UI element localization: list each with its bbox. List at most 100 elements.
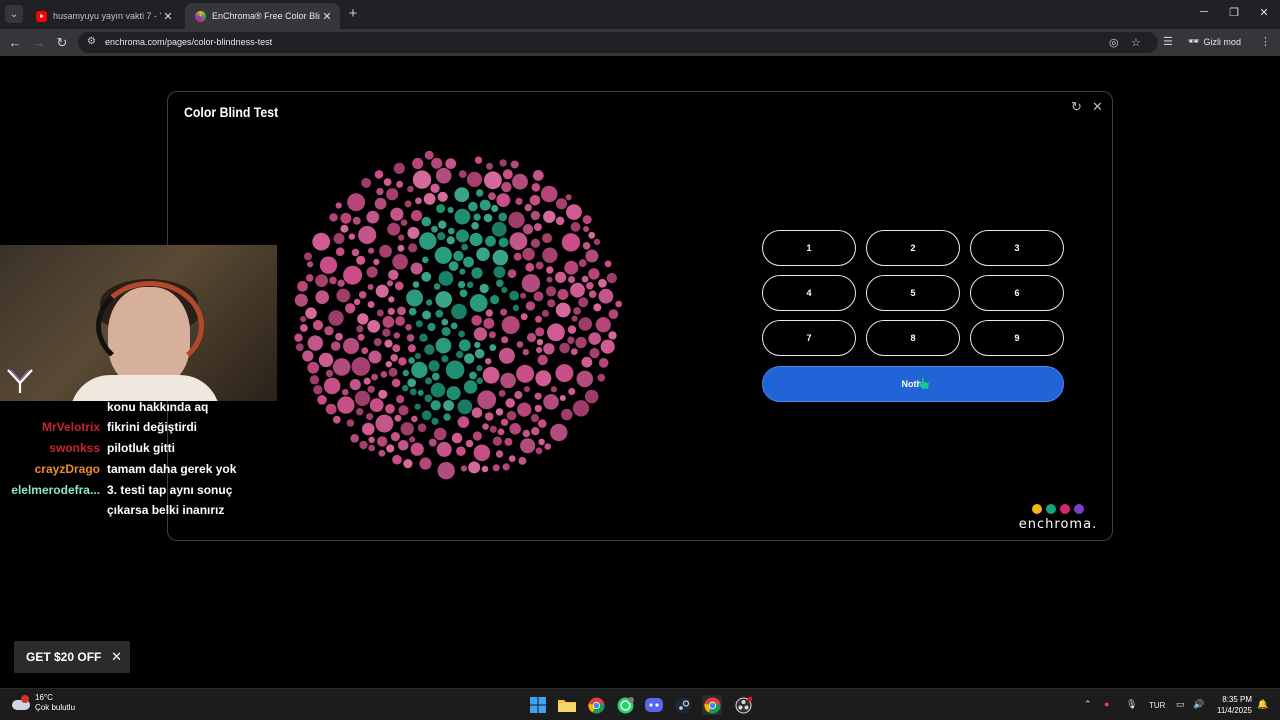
- plate-dot: [337, 279, 345, 287]
- answer-button-1[interactable]: 1: [762, 230, 856, 266]
- plate-dot: [508, 211, 525, 229]
- new-tab-button[interactable]: +: [346, 6, 360, 21]
- plate-dot: [345, 303, 356, 314]
- plate-dot: [507, 269, 517, 279]
- close-promo-icon[interactable]: ✕: [111, 649, 122, 665]
- restore-icon[interactable]: ❐: [1224, 6, 1244, 19]
- answer-button-7[interactable]: 7: [762, 320, 856, 356]
- plate-dot: [582, 242, 591, 250]
- volume-icon[interactable]: 🔊: [1193, 699, 1204, 710]
- plate-dot: [535, 261, 544, 270]
- minimize-icon[interactable]: ─: [1194, 6, 1214, 18]
- plate-dot: [294, 333, 303, 342]
- close-icon[interactable]: ✕: [1092, 99, 1103, 115]
- plate-dot: [600, 339, 615, 354]
- plate-dot: [302, 350, 314, 362]
- network-icon[interactable]: ▭: [1176, 699, 1185, 710]
- plate-dot: [488, 331, 496, 339]
- forward-icon[interactable]: →: [30, 34, 48, 52]
- plate-dot: [512, 304, 520, 312]
- answer-button-5[interactable]: 5: [866, 275, 960, 311]
- answer-button-3[interactable]: 3: [970, 230, 1064, 266]
- nothing-button[interactable]: Nothi: [762, 366, 1064, 402]
- site-info-icon[interactable]: ⚙: [87, 36, 96, 47]
- plate-dot: [567, 336, 575, 344]
- plate-dot: [408, 307, 417, 316]
- plate-dot: [357, 333, 365, 341]
- plate-dot: [555, 198, 568, 210]
- chat-username: swonkss: [49, 441, 100, 455]
- plate-dot: [517, 402, 532, 417]
- file-explorer-icon[interactable]: [557, 695, 577, 715]
- plate-dot: [336, 288, 351, 303]
- plate-dot: [484, 171, 502, 190]
- plate-dot: [430, 183, 440, 193]
- answer-button-4[interactable]: 4: [762, 275, 856, 311]
- plate-dot: [479, 283, 489, 294]
- answer-button-6[interactable]: 6: [970, 275, 1064, 311]
- plate-dot: [559, 395, 566, 401]
- whatsapp-icon[interactable]: [615, 695, 635, 715]
- plate-dot: [337, 396, 355, 414]
- plate-dot: [454, 187, 470, 203]
- close-tab-icon[interactable]: ✕: [320, 10, 334, 23]
- eye-off-icon[interactable]: ◎: [1109, 36, 1119, 49]
- plate-dot: [340, 212, 352, 224]
- plate-dot: [350, 434, 359, 443]
- close-window-icon[interactable]: ✕: [1254, 6, 1274, 19]
- plate-dot: [520, 292, 527, 299]
- chrome-icon[interactable]: [586, 695, 606, 715]
- plate-dot: [430, 400, 441, 411]
- plate-dot: [512, 173, 528, 190]
- chevron-up-icon[interactable]: ⌃: [1084, 699, 1092, 710]
- plate-dot: [541, 309, 549, 317]
- back-icon[interactable]: ←: [6, 34, 24, 52]
- close-tab-icon[interactable]: ✕: [161, 10, 175, 23]
- microphone-icon[interactable]: 🎙: [1126, 699, 1137, 710]
- restart-icon[interactable]: ↻: [1071, 99, 1082, 115]
- steam-icon[interactable]: [673, 695, 693, 715]
- answer-button-8[interactable]: 8: [866, 320, 960, 356]
- plate-dot: [581, 275, 589, 283]
- plate-dot: [516, 364, 535, 383]
- discord-icon[interactable]: [644, 695, 664, 715]
- plate-dot: [571, 315, 578, 322]
- tab-youtube[interactable]: husamyuyu yayın vakti 7 - YouT ✕: [26, 3, 181, 29]
- plate-dot: [457, 416, 470, 428]
- chrome-incognito-icon[interactable]: [702, 695, 722, 715]
- plate-dot: [351, 248, 360, 257]
- start-button[interactable]: [528, 695, 548, 715]
- incognito-indicator[interactable]: 🕶 Gizli mod: [1188, 36, 1241, 47]
- url-text[interactable]: enchroma.com/pages/color-blindness-test: [105, 37, 272, 47]
- answer-button-9[interactable]: 9: [970, 320, 1064, 356]
- language-indicator[interactable]: TUR: [1149, 701, 1165, 710]
- plate-dot: [437, 462, 455, 480]
- obs-icon[interactable]: [733, 695, 753, 715]
- notification-bell-icon[interactable]: 🔔: [1257, 699, 1268, 710]
- plate-dot: [438, 271, 454, 286]
- incognito-label: Gizli mod: [1203, 36, 1241, 47]
- plate-dot: [555, 364, 574, 383]
- plate-dot: [358, 225, 377, 245]
- tray-app-icon[interactable]: ●: [1104, 699, 1109, 709]
- reload-icon[interactable]: ↻: [53, 34, 71, 52]
- plate-dot: [315, 274, 328, 287]
- bookmark-star-icon[interactable]: ☆: [1131, 36, 1141, 49]
- address-bar[interactable]: ⚙ enchroma.com/pages/color-blindness-tes…: [78, 32, 1158, 53]
- system-clock[interactable]: 8:35 PM 11/4/2025: [1210, 694, 1252, 716]
- promo-banner[interactable]: GET $20 OFF ✕: [14, 641, 130, 673]
- plate-dot: [500, 418, 509, 426]
- plate-dot: [547, 323, 565, 342]
- plate-dot: [501, 336, 509, 344]
- menu-icon[interactable]: ⋮: [1260, 35, 1271, 48]
- tab-enchroma[interactable]: EnChroma® Free Color Blind Te ✕: [185, 3, 340, 29]
- plate-dot: [464, 353, 475, 364]
- plate-dot: [361, 347, 369, 355]
- plate-dot: [297, 280, 308, 292]
- answer-button-2[interactable]: 2: [866, 230, 960, 266]
- plate-dot: [578, 317, 593, 331]
- reading-list-icon[interactable]: ☰: [1163, 35, 1173, 48]
- weather-widget[interactable]: 16°C Çok bulutlu: [12, 693, 75, 713]
- tab-title: EnChroma® Free Color Blind Te: [212, 11, 320, 21]
- tab-search-button[interactable]: ⌄: [5, 5, 23, 23]
